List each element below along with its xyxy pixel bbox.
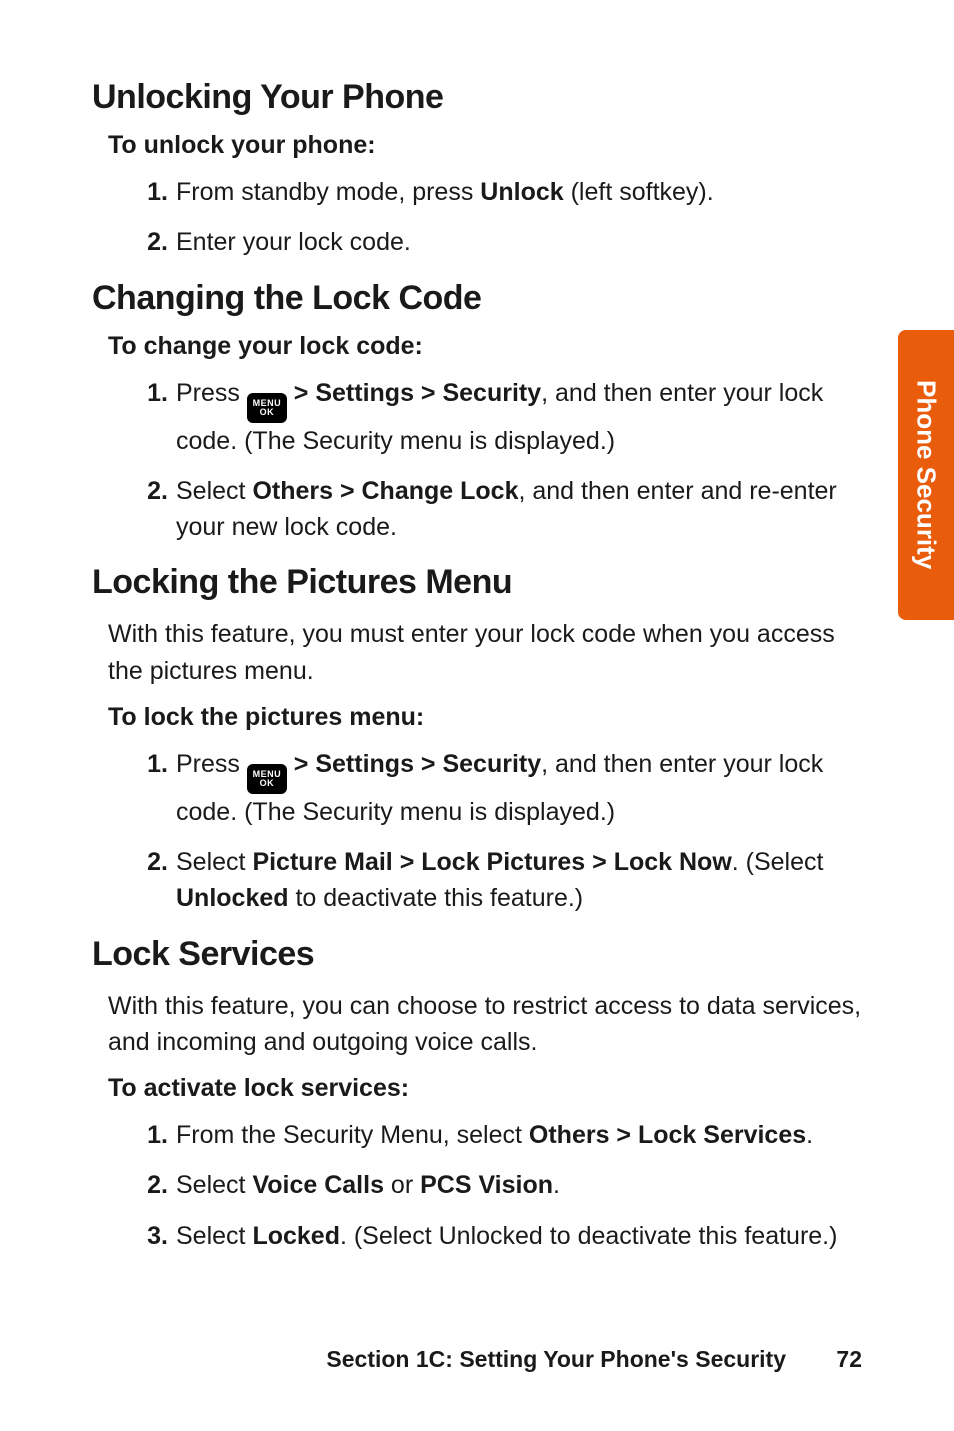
intro-lock-services: With this feature, you can choose to res… [108,988,862,1061]
lead-unlock: To unlock your phone: [108,131,862,160]
bold-text: PCS Vision [420,1171,553,1199]
list-item: 2. Select Voice Calls or PCS Vision. [132,1167,862,1203]
steps-lock-pictures: 1. Press MENUOK > Settings > Security, a… [92,746,862,917]
step-text: Select [176,1222,252,1250]
step-text: . (Select Unlocked to deactivate this fe… [340,1222,837,1250]
bold-text: Voice Calls [252,1171,384,1199]
step-number: 1. [132,375,168,411]
step-text: Enter your lock code. [176,228,411,256]
step-number: 1. [132,174,168,210]
step-text: From the Security Menu, select [176,1121,529,1149]
section-tab-label: Phone Security [911,380,942,569]
steps-change-lock: 1. Press MENUOK > Settings > Security, a… [92,375,862,546]
step-number: 3. [132,1218,168,1254]
intro-pictures: With this feature, you must enter your l… [108,616,862,689]
lead-lock-services: To activate lock services: [108,1074,862,1103]
step-number: 1. [132,746,168,782]
bold-text: > Settings > Security [287,379,541,407]
bold-text: Others > Change Lock [252,477,518,505]
bold-text: Picture Mail > Lock Pictures > Lock Now [252,848,731,876]
lead-change-lock: To change your lock code: [108,332,862,361]
step-text: Select [176,1171,252,1199]
step-text: . (Select [732,848,824,876]
heading-changing-lock: Changing the Lock Code [92,279,862,318]
list-item: 3. Select Locked. (Select Unlocked to de… [132,1218,862,1254]
step-text: Press [176,750,247,778]
bold-text: Unlocked [176,884,289,912]
list-item: 1. Press MENUOK > Settings > Security, a… [132,375,862,459]
step-number: 2. [132,473,168,509]
step-text: or [384,1171,420,1199]
heading-locking-pictures: Locking the Pictures Menu [92,563,862,602]
list-item: 2. Select Others > Change Lock, and then… [132,473,862,546]
bold-text: Unlock [480,178,563,206]
steps-lock-services: 1. From the Security Menu, select Others… [92,1117,862,1254]
step-text: . [806,1121,813,1149]
footer-text: Section 1C: Setting Your Phone's Securit… [326,1346,786,1372]
bold-text: Locked [252,1222,340,1250]
list-item: 2. Select Picture Mail > Lock Pictures >… [132,844,862,917]
page-number: 72 [836,1346,862,1372]
list-item: 1. From the Security Menu, select Others… [132,1117,862,1153]
menu-ok-icon: MENUOK [247,764,287,794]
steps-unlock: 1. From standby mode, press Unlock (left… [92,174,862,261]
bold-text: > Settings > Security [287,750,541,778]
step-text: From standby mode, press [176,178,480,206]
icon-line2: OK [260,779,275,788]
step-text: Select [176,848,252,876]
step-number: 2. [132,1167,168,1203]
bold-text: Others > Lock Services [529,1121,806,1149]
step-number: 2. [132,224,168,260]
list-item: 1. Press MENUOK > Settings > Security, a… [132,746,862,830]
step-text: (left softkey). [564,178,714,206]
list-item: 1. From standby mode, press Unlock (left… [132,174,862,210]
page: Phone Security Unlocking Your Phone To u… [0,0,954,1431]
heading-unlocking: Unlocking Your Phone [92,78,862,117]
step-text: . [553,1171,560,1199]
step-text: to deactivate this feature.) [289,884,584,912]
step-number: 1. [132,1117,168,1153]
heading-lock-services: Lock Services [92,935,862,974]
icon-line2: OK [260,408,275,417]
step-text: Select [176,477,252,505]
step-text: Press [176,379,247,407]
menu-ok-icon: MENUOK [247,393,287,423]
list-item: 2. Enter your lock code. [132,224,862,260]
step-number: 2. [132,844,168,880]
section-tab: Phone Security [898,330,954,620]
lead-lock-pictures: To lock the pictures menu: [108,703,862,732]
footer: Section 1C: Setting Your Phone's Securit… [0,1346,954,1373]
